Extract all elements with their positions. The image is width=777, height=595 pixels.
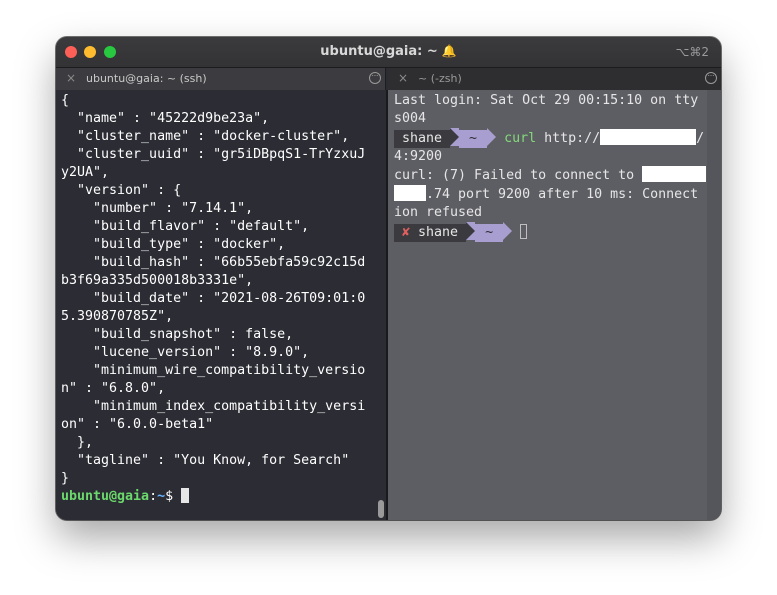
output-line: }, [61, 435, 94, 450]
prompt-separator: : [149, 489, 158, 504]
command-wrap: 4:9200 [394, 149, 443, 164]
tab-label: ubuntu@gaia: ~ (ssh) [86, 72, 207, 85]
output-line: "build_flavor" : "default", [61, 219, 310, 234]
title-bar[interactable]: ubuntu@gaia: ~ 🔔 ⌥⌘2 [56, 37, 721, 68]
command-name: curl [504, 131, 537, 146]
shell-prompt-line[interactable]: ubuntu@gaia:~$ [61, 488, 374, 506]
window-shortcut: ⌥⌘2 [675, 45, 709, 59]
login-line-wrap: s004 [394, 111, 427, 126]
prompt-path: ~ [157, 489, 166, 504]
ssh-terminal-pane[interactable]: { "name" : "45222d9be23a", "cluster_name… [56, 90, 374, 520]
output-line: "number" : "7.14.1", [61, 201, 254, 216]
output-line: 5.390870785Z", [61, 309, 174, 324]
left-scrollbar[interactable] [374, 90, 386, 520]
login-line: Last login: Sat Oct 29 00:15:10 on tty [394, 93, 699, 108]
output-line: "build_snapshot" : false, [61, 327, 294, 342]
prompt-dir-segment: ~ [475, 224, 504, 242]
terminal-output: { "name" : "45222d9be23a", "cluster_name… [61, 92, 374, 488]
curl-command-line: shane ~ curl http:// / [394, 128, 721, 148]
output-line: "minimum_wire_compatibility_versio [61, 363, 366, 378]
error-line: curl: (7) Failed to connect to [394, 166, 721, 185]
shell-prompt-line[interactable]: ✘ shane ~ [394, 222, 721, 242]
output-line: { [61, 93, 70, 108]
prompt-user-segment: ✘ shane [394, 224, 467, 242]
prompt-arrow-icon [503, 222, 513, 240]
output-line: "version" : { [61, 183, 182, 198]
output-line: "cluster_uuid" : "gr5iDBpqS1-TrYzxuJ [61, 147, 366, 162]
error-text: curl: (7) Failed to connect to [394, 168, 643, 183]
prompt-arrow-icon [487, 128, 497, 146]
prompt-arrow-icon [466, 222, 476, 240]
command-argument: http:// [544, 131, 601, 146]
zsh-terminal-pane[interactable]: Last login: Sat Oct 29 00:15:10 on tty s0… [388, 90, 721, 520]
left-scrollbar-thumb[interactable] [378, 500, 384, 518]
prompt-symbol: $ [165, 489, 182, 504]
output-line: "build_type" : "docker", [61, 237, 286, 252]
output-line: b3f69a335d500018b3331e", [61, 273, 254, 288]
fail-icon: ✘ [402, 225, 411, 240]
output-line: "lucene_version" : "8.9.0", [61, 345, 310, 360]
output-line: "build_hash" : "66b55ebfa59c92c15d [61, 255, 366, 270]
tab-label: ~ (-zsh) [418, 72, 462, 85]
output-line: "minimum_index_compatibility_versi [61, 399, 366, 414]
redacted-address [394, 185, 426, 201]
right-scrollbar[interactable] [707, 90, 721, 520]
tab-options-icon[interactable]: ··· [369, 72, 381, 84]
tab-options-icon[interactable]: ··· [705, 72, 717, 84]
terminal-window: ubuntu@gaia: ~ 🔔 ⌥⌘2 × ubuntu@gaia: ~ (ss… [56, 37, 721, 520]
error-text-end: .74 port 9200 after 10 ms: Connect [426, 187, 699, 202]
output-line: "build_date" : "2021-08-26T09:01:0 [61, 291, 366, 306]
close-tab-icon[interactable]: × [398, 71, 408, 85]
output-line: "name" : "45222d9be23a", [61, 111, 270, 126]
prompt-user-name: shane [418, 225, 459, 240]
terminal-cursor [181, 488, 190, 503]
bell-icon: 🔔 [441, 44, 457, 58]
output-line: "cluster_name" : "docker-cluster", [61, 129, 350, 144]
window-title: ubuntu@gaia: ~ 🔔 [56, 44, 721, 59]
error-line-wrap: .74 port 9200 after 10 ms: Connect [394, 185, 721, 204]
terminal-cursor [520, 224, 528, 239]
tab-ssh[interactable]: × ubuntu@gaia: ~ (ssh) ··· [56, 68, 386, 90]
prompt-user-host: ubuntu@gaia [61, 489, 150, 504]
output-line: on" : "6.0.0-beta1" [61, 417, 214, 432]
output-line: } [61, 471, 70, 486]
prompt-dir-segment: ~ [459, 130, 488, 148]
error-line-wrap2: ion refused [394, 205, 483, 220]
output-line: n" : "6.8.0", [61, 381, 166, 396]
command-tail: / [696, 131, 705, 146]
close-tab-icon[interactable]: × [66, 71, 76, 85]
redacted-address [600, 129, 697, 145]
output-line: "tagline" : "You Know, for Search" [61, 453, 350, 468]
window-title-text: ubuntu@gaia: ~ [320, 44, 438, 59]
tab-zsh[interactable]: × ~ (-zsh) ··· [388, 68, 721, 90]
redacted-address [642, 166, 707, 182]
output-line: y2UA", [61, 165, 110, 180]
prompt-user-segment: shane [394, 130, 451, 148]
prompt-arrow-icon [450, 128, 460, 146]
